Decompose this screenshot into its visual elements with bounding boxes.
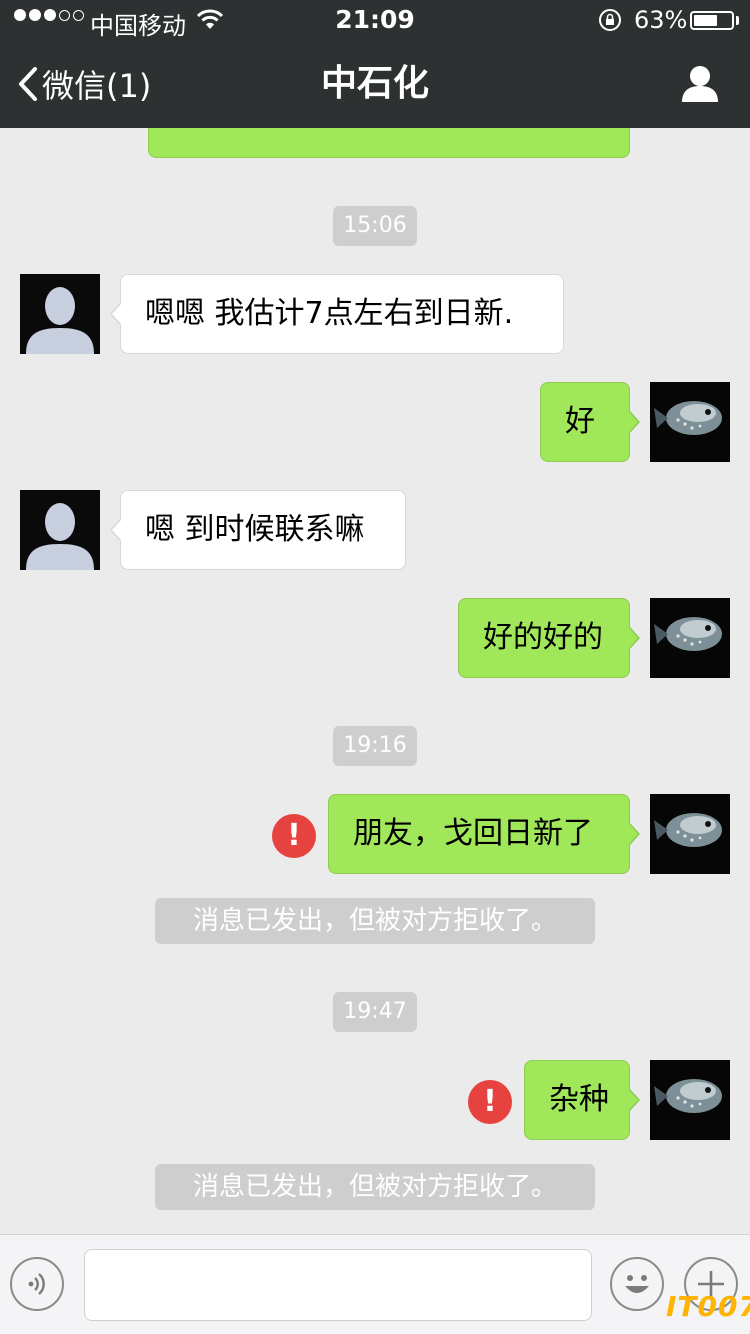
my-avatar[interactable] — [650, 382, 730, 462]
outgoing-message-bubble[interactable]: 朋友，戈回日新了 — [328, 794, 640, 874]
status-bar: 中国移动 21:09 63% — [0, 0, 750, 40]
battery-icon — [690, 11, 734, 30]
rotation-lock-icon — [598, 8, 622, 38]
contact-profile-button[interactable] — [680, 64, 720, 108]
battery-level — [694, 15, 717, 26]
incoming-message-bubble[interactable]: 嗯嗯 我估计7点左右到日新. — [110, 274, 564, 354]
contact-avatar[interactable] — [20, 274, 100, 354]
my-avatar[interactable] — [650, 598, 730, 678]
outgoing-message-bubble[interactable]: 好 — [540, 382, 640, 462]
incoming-message-bubble[interactable]: 嗯 到时候联系嘛 — [110, 490, 406, 570]
contact-avatar[interactable] — [20, 490, 100, 570]
timestamp: 19:16 — [333, 726, 417, 766]
battery-tip — [736, 16, 739, 25]
system-notice: 消息已发出，但被对方拒收了。 — [155, 898, 595, 944]
watermark-logo: IT007 — [666, 1290, 750, 1323]
send-failed-icon[interactable]: ! — [272, 814, 316, 858]
voice-input-button[interactable] — [10, 1257, 64, 1311]
my-avatar[interactable] — [650, 1060, 730, 1140]
top-bar: 中国移动 21:09 63% 微信(1) 中石化 — [0, 0, 750, 128]
input-bar — [0, 1234, 750, 1334]
timestamp: 19:47 — [333, 992, 417, 1032]
message-input[interactable] — [84, 1249, 592, 1321]
voice-icon — [28, 1273, 45, 1295]
person-icon — [682, 66, 718, 102]
system-notice: 消息已发出，但被对方拒收了。 — [155, 1164, 595, 1210]
previous-message-bubble[interactable] — [148, 128, 630, 158]
timestamp: 15:06 — [333, 206, 417, 246]
send-failed-icon[interactable]: ! — [468, 1080, 512, 1124]
my-avatar[interactable] — [650, 794, 730, 874]
emoji-button[interactable] — [610, 1257, 664, 1311]
outgoing-message-bubble[interactable]: 杂种 — [524, 1060, 640, 1140]
chat-title: 中石化 — [320, 63, 429, 104]
smiley-icon — [625, 1275, 649, 1293]
chat-area[interactable]: 15:06 嗯嗯 我估计7点左右到日新. 好 嗯 到时候联系嘛 好的好的 19:… — [0, 128, 750, 1234]
outgoing-message-bubble[interactable]: 好的好的 — [458, 598, 640, 678]
battery-percent: 63% — [634, 6, 688, 34]
